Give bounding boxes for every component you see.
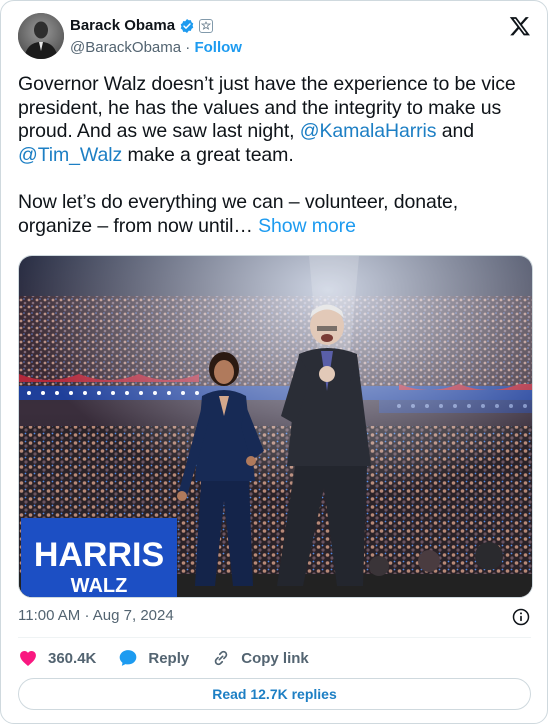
divider: [18, 637, 531, 638]
tweet-text: Governor Walz doesn’t just have the expe…: [18, 73, 531, 239]
copy-link-button[interactable]: Copy link: [211, 648, 309, 668]
verified-icon: [180, 18, 194, 33]
reply-bubble-icon: [120, 650, 137, 666]
sign-line-1: HARRIS: [34, 536, 164, 574]
handle-separator: ·: [185, 39, 191, 56]
author-handle[interactable]: @BarackObama: [70, 39, 181, 56]
tweet-timestamp[interactable]: 11:00 AM · Aug 7, 2024: [18, 607, 174, 624]
heart-icon: [20, 651, 36, 666]
like-count: 360.4K: [48, 649, 97, 667]
mention-tim-walz[interactable]: @Tim_Walz: [18, 144, 122, 166]
mention-kamala-harris[interactable]: @KamalaHarris: [300, 120, 437, 142]
timestamp-separator: ·: [84, 607, 90, 624]
follow-button[interactable]: Follow: [194, 39, 242, 56]
tweet-text-end: make a great team.: [122, 143, 294, 166]
copy-link-label: Copy link: [241, 649, 309, 667]
sign-line-2: WALZ: [71, 575, 128, 597]
reply-button[interactable]: Reply: [118, 648, 189, 668]
tweet-text-and: and: [436, 120, 474, 143]
author-name[interactable]: Barack Obama: [70, 17, 175, 34]
tweet-text-para2: Now let’s do everything we can – volunte…: [18, 191, 459, 237]
tweet-time: 11:00 AM: [18, 607, 81, 624]
tweet-paragraph-2: Now let’s do everything we can – volunte…: [18, 191, 531, 238]
tweet-card: Barack Obama @BarackObama · Follow Gover…: [0, 0, 548, 724]
link-icon: [214, 650, 228, 666]
campaign-sign: HARRIS WALZ: [21, 518, 177, 597]
tweet-header: Barack Obama @BarackObama · Follow: [18, 13, 531, 61]
tweet-photo[interactable]: HARRIS WALZ: [18, 255, 533, 598]
tweet-actions: 360.4K Reply Copy link: [18, 647, 331, 669]
read-replies-button[interactable]: Read 12.7K replies: [18, 678, 531, 710]
government-badge-icon: [199, 18, 214, 33]
x-logo-icon[interactable]: [509, 15, 531, 37]
info-icon[interactable]: [511, 607, 531, 627]
tweet-paragraph-1: Governor Walz doesn’t just have the expe…: [18, 73, 531, 167]
reply-label: Reply: [148, 649, 190, 667]
tweet-date: Aug 7, 2024: [92, 607, 174, 624]
avatar[interactable]: [18, 13, 64, 59]
author-handle-row: @BarackObama · Follow: [70, 39, 242, 56]
show-more-link[interactable]: Show more: [258, 215, 356, 237]
author-name-row: Barack Obama: [70, 17, 214, 34]
like-button[interactable]: 360.4K: [18, 648, 96, 668]
